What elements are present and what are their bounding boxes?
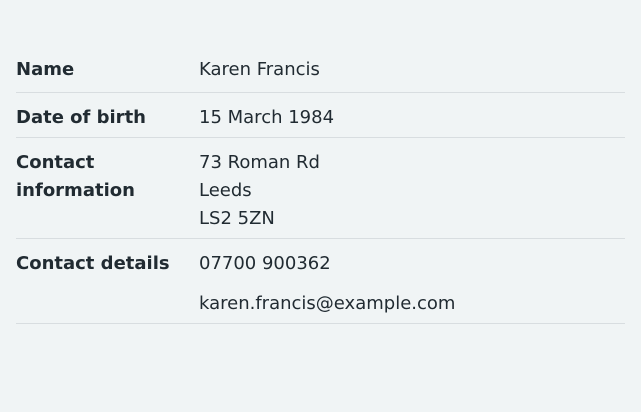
summary-row-contact-details: Contact details 07700 900362 karen.franc… xyxy=(16,239,625,324)
summary-value-name: Karen Francis xyxy=(199,45,625,92)
summary-value-date-of-birth: 15 March 1984 xyxy=(199,93,625,137)
summary-row-contact-information: Contact information 73 Roman Rd Leeds LS… xyxy=(16,138,625,239)
address-postcode: LS2 5ZN xyxy=(199,208,275,229)
date-of-birth-value: 15 March 1984 xyxy=(199,107,335,128)
contact-information-key-line-1: Contact xyxy=(16,152,95,173)
summary-key-name: Name xyxy=(16,59,75,80)
summary-row-date-of-birth: Date of birth 15 March 1984 xyxy=(16,93,625,138)
address-line-2: Leeds xyxy=(199,180,252,201)
name-value: Karen Francis xyxy=(199,59,320,80)
address-line-1: 73 Roman Rd xyxy=(199,152,320,173)
summary-key-contact-details: Contact details xyxy=(16,253,170,274)
summary-list: Name Karen Francis Date of birth 15 Marc… xyxy=(16,45,625,324)
email-address: karen.francis@example.com xyxy=(199,293,456,314)
summary-row-name: Name Karen Francis xyxy=(16,45,625,93)
summary-key-contact-information: Contact information xyxy=(16,138,199,238)
summary-value-contact-details: 07700 900362 karen.francis@example.com xyxy=(199,239,625,323)
summary-value-contact-information: 73 Roman Rd Leeds LS2 5ZN xyxy=(199,138,625,238)
contact-information-key-line-2: information xyxy=(16,180,135,201)
phone-number: 07700 900362 xyxy=(199,253,331,274)
summary-key-date-of-birth: Date of birth xyxy=(16,107,146,128)
